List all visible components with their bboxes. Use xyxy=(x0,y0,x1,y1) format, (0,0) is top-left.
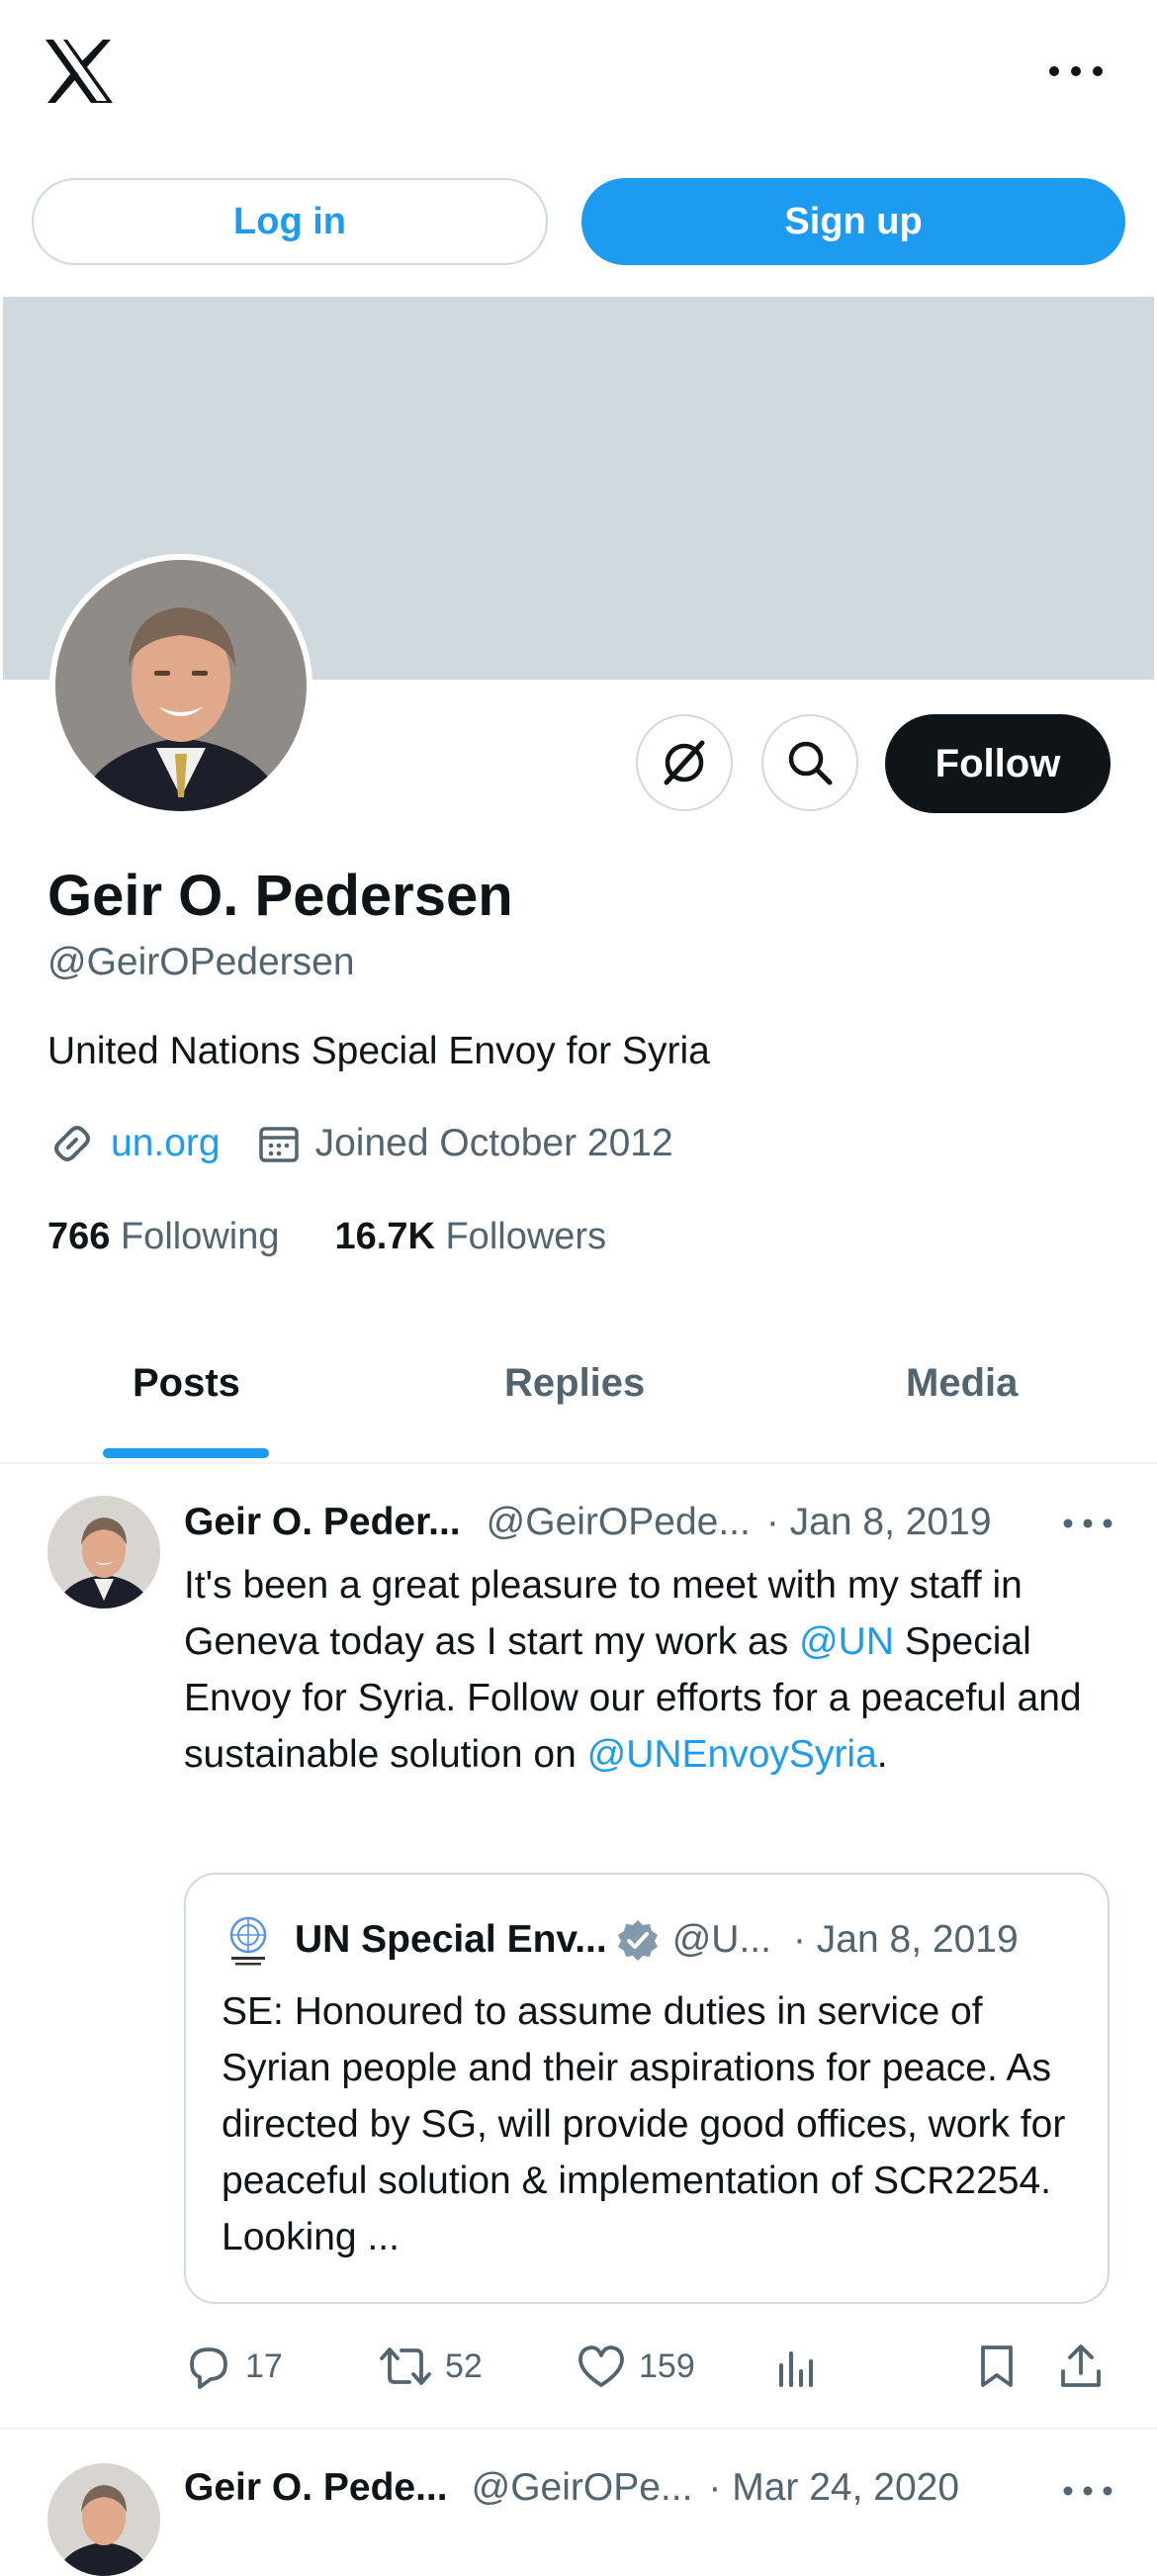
tweet-actions: 17 52 159 xyxy=(184,2339,1104,2394)
tweet-handle[interactable]: @GeirOPe... xyxy=(472,2466,693,2510)
profile-stats: 766 Following 16.7K Followers xyxy=(47,1216,606,1258)
link-icon xyxy=(54,1126,90,1161)
analytics-icon xyxy=(779,2351,813,2387)
tweet-handle[interactable]: @GeirOPede... xyxy=(487,1501,751,1544)
tab-replies[interactable]: Replies xyxy=(504,1361,645,1406)
followers-stat[interactable]: 16.7K Followers xyxy=(335,1216,607,1258)
tab-media[interactable]: Media xyxy=(906,1361,1018,1406)
more-horizontal-icon[interactable] xyxy=(1058,1510,1117,1537)
tweet-date[interactable]: · Mar 24, 2020 xyxy=(708,2466,959,2510)
repost-button[interactable]: 52 xyxy=(378,2339,483,2394)
more-horizontal-icon[interactable] xyxy=(1046,57,1106,85)
active-tab-indicator xyxy=(103,1448,269,1458)
profile-avatar[interactable] xyxy=(49,554,312,817)
follow-button[interactable]: Follow xyxy=(885,714,1111,813)
tweet-date[interactable]: · Jan 8, 2019 xyxy=(766,1501,992,1544)
share-button[interactable] xyxy=(1058,2339,1104,2394)
views-button[interactable] xyxy=(775,2339,819,2394)
quote-handle[interactable]: @U... xyxy=(672,1918,771,1962)
following-stat[interactable]: 766 Following xyxy=(47,1216,280,1258)
quoted-tweet[interactable]: UN Special Env... @U... · Jan 8, 2019 SE… xyxy=(184,1873,1110,2304)
following-label: Following xyxy=(120,1216,280,1257)
mention-link[interactable]: @UNEnvoySyria xyxy=(587,1733,877,1776)
search-icon xyxy=(788,741,833,785)
tweet-author[interactable]: Geir O. Pede... xyxy=(184,2466,448,2510)
tweet-divider xyxy=(0,2428,1157,2430)
quote-text: SE: Honoured to assume duties in service… xyxy=(222,1990,1066,2258)
tweet-text-part: . xyxy=(876,1733,888,1776)
tweet-avatar[interactable] xyxy=(47,2463,160,2576)
repost-count: 52 xyxy=(445,2346,483,2385)
share-icon xyxy=(1061,2345,1101,2387)
login-button[interactable]: Log in xyxy=(32,178,548,265)
profile-bio: United Nations Special Envoy for Syria xyxy=(47,1030,710,1072)
more-horizontal-icon[interactable] xyxy=(1058,2477,1117,2505)
calendar-icon xyxy=(258,1127,299,1162)
quote-author[interactable]: UN Special Env... xyxy=(295,1918,607,1962)
profile-handle: @GeirOPedersen xyxy=(47,941,355,983)
mention-link[interactable]: @UN xyxy=(799,1620,894,1663)
heart-icon xyxy=(578,2346,624,2387)
quote-header: UN Special Env... @U... · Jan 8, 2019 xyxy=(222,1910,1019,1970)
reply-button[interactable]: 17 xyxy=(184,2339,283,2394)
bookmark-icon xyxy=(981,2346,1013,2387)
reply-icon xyxy=(190,2347,227,2389)
followers-label: Followers xyxy=(445,1216,607,1257)
like-button[interactable]: 159 xyxy=(576,2339,695,2394)
like-count: 159 xyxy=(639,2346,695,2385)
tweet-author[interactable]: Geir O. Peder... xyxy=(184,1501,461,1544)
tweet-avatar[interactable] xyxy=(47,1496,160,1609)
profile-tabs: Posts Replies Media xyxy=(0,1326,1157,1464)
bookmark-button[interactable] xyxy=(975,2339,1019,2394)
following-count: 766 xyxy=(47,1216,111,1257)
profile-meta: un.org Joined October 2012 xyxy=(47,1116,673,1171)
profile-link[interactable]: un.org xyxy=(111,1122,221,1165)
tweet-header: Geir O. Pede... @GeirOPe... · Mar 24, 20… xyxy=(184,2459,959,2517)
tweet-text: It's been a great pleasure to meet with … xyxy=(184,1557,1094,1783)
repost-icon xyxy=(380,2347,431,2385)
tab-posts[interactable]: Posts xyxy=(133,1361,240,1406)
tweet-header: Geir O. Peder... @GeirOPede... · Jan 8, … xyxy=(184,1494,992,1551)
signup-button[interactable]: Sign up xyxy=(581,178,1125,265)
quote-date[interactable]: · Jan 8, 2019 xyxy=(793,1918,1019,1962)
profile-joined: Joined October 2012 xyxy=(314,1122,673,1164)
profile-name: Geir O. Pedersen xyxy=(47,864,513,928)
grok-icon xyxy=(664,740,705,785)
reply-count: 17 xyxy=(245,2346,283,2385)
x-logo-icon[interactable] xyxy=(44,38,115,105)
un-emblem-avatar xyxy=(229,1916,267,1966)
grok-icon-button[interactable] xyxy=(636,714,733,811)
search-button[interactable] xyxy=(761,714,858,811)
verified-badge-icon xyxy=(617,1920,658,1961)
followers-count: 16.7K xyxy=(334,1216,435,1257)
